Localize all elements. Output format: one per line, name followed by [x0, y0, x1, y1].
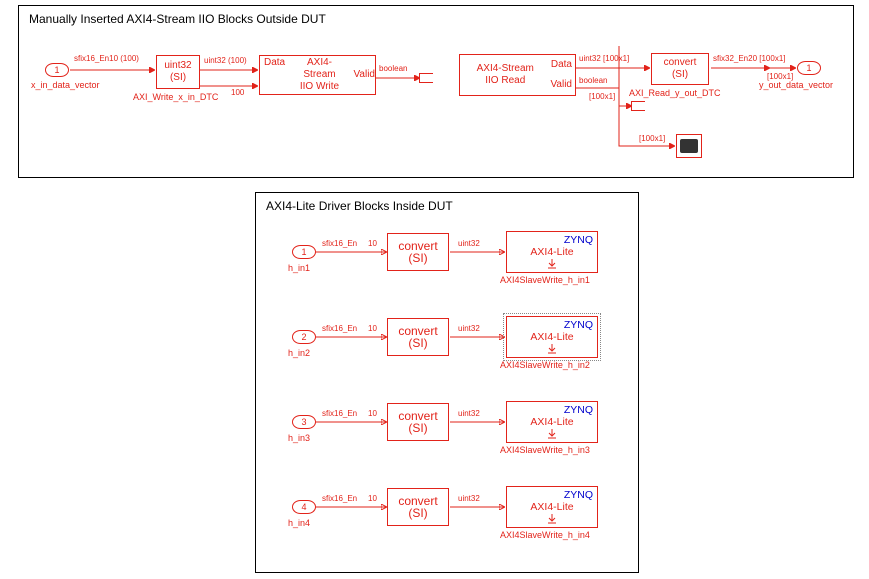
outport-y-out-label: y_out_data_vector — [759, 80, 833, 90]
inport-h_in2[interactable]: 2 — [292, 330, 316, 344]
sig-sfix16: sfix16_En10 (100) — [74, 54, 139, 63]
sig-mid-1: uint32 — [458, 324, 480, 333]
download-icon — [546, 513, 558, 525]
panel-axi4-stream: Manually Inserted AXI4-Stream IIO Blocks… — [18, 5, 854, 178]
sig-in-1: sfix16_En — [322, 324, 357, 333]
terminator-2 — [631, 101, 645, 111]
axi4lite-block-2[interactable]: ZYNQ AXI4-Lite — [506, 401, 598, 443]
convert-block-3[interactable]: convert (SI) — [387, 488, 449, 526]
sig-in-2: sfix16_En — [322, 409, 357, 418]
terminator-1 — [419, 73, 433, 83]
inport-h_in2-label: h_in2 — [288, 348, 310, 358]
convert-block-1[interactable]: convert (SI) — [387, 318, 449, 356]
inport-h_in4-label: h_in4 — [288, 518, 310, 528]
scope-block[interactable] — [676, 134, 702, 158]
convert-block-2[interactable]: convert (SI) — [387, 403, 449, 441]
panel1-title: Manually Inserted AXI4-Stream IIO Blocks… — [19, 6, 853, 32]
iio-read-block[interactable]: AXI4-StreamIIO Read Data Valid — [459, 54, 576, 96]
sig-u32-dim: uint32 [100x1] — [579, 54, 629, 63]
download-icon — [546, 258, 558, 270]
panel2-title: AXI4-Lite Driver Blocks Inside DUT — [256, 193, 638, 219]
outport-y-out[interactable]: 1 — [797, 61, 821, 75]
sig-in-0: sfix16_En — [322, 239, 357, 248]
inport-h_in4[interactable]: 4 — [292, 500, 316, 514]
axi4lite-label-2: AXI4SlaveWrite_h_in3 — [500, 445, 590, 455]
inport-h_in3[interactable]: 3 — [292, 415, 316, 429]
download-icon — [546, 428, 558, 440]
convert-block-0[interactable]: convert (SI) — [387, 233, 449, 271]
dtc-write-label: AXI_Write_x_in_DTC — [133, 92, 218, 102]
sig-bool: boolean — [379, 64, 407, 73]
sig-10-0: 10 — [368, 239, 377, 248]
axi4lite-block-1[interactable]: ZYNQ AXI4-Lite — [506, 316, 598, 358]
inport-h_in1[interactable]: 1 — [292, 245, 316, 259]
inport-x-in-label: x_in_data_vector — [31, 80, 100, 90]
sig-dim-c: [100x1] — [639, 134, 665, 143]
dtc-read-block[interactable]: convert (SI) — [651, 53, 709, 85]
inport-x-in[interactable]: 1 — [45, 63, 69, 77]
axi4lite-block-3[interactable]: ZYNQ AXI4-Lite — [506, 486, 598, 528]
sig-10-2: 10 — [368, 409, 377, 418]
sig-dim-a: [100x1] — [589, 92, 615, 101]
axi4lite-label-3: AXI4SlaveWrite_h_in4 — [500, 530, 590, 540]
dtc-write-block[interactable]: uint32 (SI) — [156, 55, 200, 89]
axi4lite-label-0: AXI4SlaveWrite_h_in1 — [500, 275, 590, 285]
sig-bool-dim: boolean — [579, 76, 607, 85]
sig-100: 100 — [231, 88, 244, 97]
sig-u32-100: uint32 (100) — [204, 56, 247, 65]
panel-axi4-lite: AXI4-Lite Driver Blocks Inside DUT 1 h_i… — [255, 192, 639, 573]
sig-mid-0: uint32 — [458, 239, 480, 248]
sig-mid-3: uint32 — [458, 494, 480, 503]
sig-mid-2: uint32 — [458, 409, 480, 418]
iio-write-block[interactable]: Data AXI4-StreamIIO Write Valid — [259, 55, 376, 95]
download-icon — [546, 343, 558, 355]
sig-out: sfix32_En20 [100x1] — [713, 54, 786, 63]
sig-10-3: 10 — [368, 494, 377, 503]
axi4lite-block-0[interactable]: ZYNQ AXI4-Lite — [506, 231, 598, 273]
sig-10-1: 10 — [368, 324, 377, 333]
inport-h_in1-label: h_in1 — [288, 263, 310, 273]
sig-in-3: sfix16_En — [322, 494, 357, 503]
dtc-read-label: AXI_Read_y_out_DTC — [629, 88, 721, 98]
inport-h_in3-label: h_in3 — [288, 433, 310, 443]
axi4lite-label-1: AXI4SlaveWrite_h_in2 — [500, 360, 590, 370]
